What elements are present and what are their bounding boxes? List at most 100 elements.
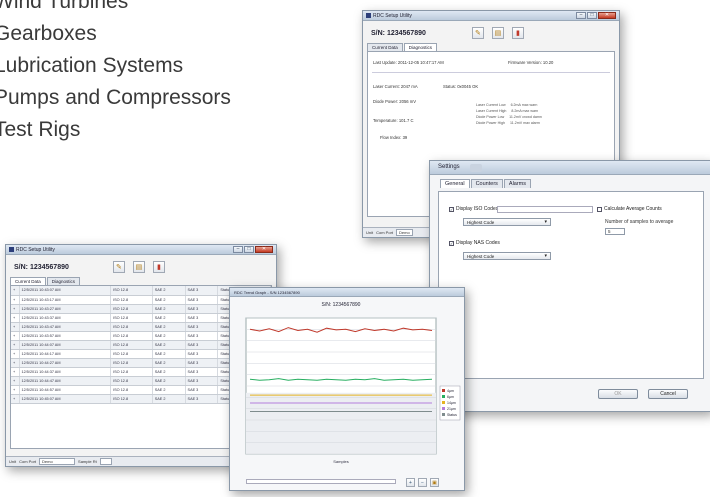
time-scrollbar[interactable] — [246, 479, 396, 484]
calc-average-checkbox[interactable] — [597, 206, 602, 212]
table-cell: ISO 12.8 — [110, 358, 153, 368]
row-expand-icon[interactable]: + — [11, 349, 20, 359]
close-button[interactable]: ✕ — [598, 12, 616, 19]
row-expand-icon[interactable]: + — [11, 331, 20, 341]
row-expand-icon[interactable]: + — [11, 313, 20, 323]
legend-label: Status — [447, 413, 457, 417]
iso-code-select[interactable]: Highest Code — [463, 218, 551, 226]
row-expand-icon[interactable]: + — [11, 367, 20, 377]
tab-counters[interactable]: Counters — [470, 179, 503, 188]
row-expand-icon[interactable]: + — [11, 358, 20, 368]
chart-icon[interactable]: ▮ — [152, 261, 165, 273]
x-axis-label: Samples — [333, 459, 349, 464]
com-port-label: Com Port — [19, 459, 37, 464]
table-cell: 12/5/2011 10:44:17 AM — [19, 349, 112, 359]
save-icon[interactable]: ▣ — [430, 478, 439, 487]
row-expand-icon[interactable]: + — [11, 322, 20, 332]
legend-swatch — [442, 407, 445, 410]
table-cell: ISO 12.8 — [110, 286, 153, 296]
com-port-select[interactable]: Demo — [39, 458, 76, 465]
alarm-thresholds: Laser Current Low 6.2mA max warn Laser C… — [476, 103, 542, 125]
nas-code-select[interactable]: Highest Code — [463, 252, 551, 260]
flow-index: Flow Index: 39 — [380, 135, 408, 140]
maximize-button[interactable]: □ — [587, 12, 597, 19]
table-cell: ISO 12.8 — [110, 349, 153, 359]
tab-current-data[interactable]: Current Data — [367, 43, 403, 51]
com-port-select[interactable]: Demo — [396, 229, 413, 236]
tab-current-data[interactable]: Current Data — [10, 277, 46, 285]
table-cell: ISO 12.8 — [110, 313, 153, 323]
tab-diagnostics[interactable]: Diagnostics — [403, 43, 438, 51]
row-expand-icon[interactable]: + — [11, 385, 20, 395]
table-cell: SAE 3 — [185, 367, 219, 377]
plot-band — [246, 392, 436, 454]
folder-icon[interactable]: ▤ — [132, 261, 145, 273]
application-list: Wind Turbines Gearboxes Lubrication Syst… — [0, 0, 231, 146]
settings-panel: ✓ Display ISO Codes Calculate Average Co… — [438, 191, 704, 379]
display-nas-label: Display NAS Codes — [456, 240, 500, 246]
display-nas-checkbox[interactable]: ✓ — [449, 240, 454, 246]
table-cell: SAE 3 — [185, 295, 219, 305]
row-expand-icon[interactable]: + — [11, 286, 20, 296]
table-cell: 12/5/2011 10:43:27 AM — [19, 304, 112, 314]
row-expand-icon[interactable]: + — [11, 376, 20, 386]
table-cell: ISO 12.8 — [110, 376, 153, 386]
display-iso-checkbox[interactable]: ✓ — [449, 206, 454, 212]
tab-alarms[interactable]: Alarms — [503, 179, 532, 188]
close-button[interactable]: ✕ — [255, 246, 273, 253]
maximize-button[interactable]: □ — [244, 246, 254, 253]
table-cell: ISO 12.8 — [110, 385, 153, 395]
table-cell: ISO 12.8 — [110, 394, 153, 404]
zoom-out-icon[interactable]: − — [418, 478, 427, 487]
table-cell: SAE 2 — [152, 394, 186, 404]
table-cell: 12/5/2011 10:43:57 AM — [19, 331, 112, 341]
legend-label: 14µm — [447, 401, 456, 405]
window-title: RDC Setup Utility — [373, 13, 412, 19]
table-cell: SAE 2 — [152, 340, 186, 350]
table-cell: SAE 3 — [185, 376, 219, 386]
edit-icon[interactable]: ✎ — [112, 261, 125, 273]
table-cell: SAE 3 — [185, 286, 219, 296]
table-cell: SAE 2 — [152, 358, 186, 368]
unit-label: Unit — [366, 230, 374, 235]
minimize-button[interactable]: – — [233, 246, 243, 253]
laser-current: Laser Current: 2047 mA — [373, 84, 418, 89]
legend-swatch — [442, 395, 445, 398]
settings-window: Settings General Counters Alarms ✓ Displ… — [429, 160, 710, 412]
table-cell: 12/5/2011 10:44:47 AM — [19, 376, 112, 386]
cancel-button[interactable]: Cancel — [648, 389, 688, 399]
table-cell: SAE 2 — [152, 304, 186, 314]
table-cell: SAE 3 — [185, 322, 219, 332]
table-cell: SAE 3 — [185, 349, 219, 359]
legend-label: 6µm — [447, 395, 454, 399]
com-port-label: Com Port — [376, 230, 394, 235]
tab-diagnostics[interactable]: Diagnostics — [46, 277, 81, 285]
diode-power: Diode Power: 2056 mV — [373, 99, 417, 104]
row-expand-icon[interactable]: + — [11, 295, 20, 305]
chart-icon[interactable]: ▮ — [511, 27, 524, 39]
status-value: Status: 0x0045 OK — [443, 84, 479, 89]
trend-graph-window: RDC Trend Graph - S/N 1234567890 S/N: 12… — [229, 287, 465, 491]
table-cell: SAE 2 — [152, 313, 186, 323]
table-cell: 12/5/2011 10:43:17 AM — [19, 295, 112, 305]
edit-icon[interactable]: ✎ — [471, 27, 484, 39]
sample-rate-select[interactable] — [99, 458, 112, 465]
title-bar[interactable]: Settings — [430, 161, 710, 175]
last-update: Last Update: 2011-12-05 10:47:17 AM — [373, 60, 444, 65]
settings-icon — [470, 164, 482, 172]
ok-button[interactable]: OK — [598, 389, 638, 399]
title-bar[interactable]: RDC Setup Utility – □ ✕ — [6, 245, 276, 255]
zoom-in-icon[interactable]: + — [406, 478, 415, 487]
title-bar[interactable]: RDC Setup Utility – □ ✕ — [363, 11, 619, 21]
table-cell: 12/5/2011 10:43:47 AM — [19, 322, 112, 332]
samples-label: Number of samples to average — [605, 219, 674, 225]
row-expand-icon[interactable]: + — [11, 304, 20, 314]
row-expand-icon[interactable]: + — [11, 394, 20, 404]
table-cell: ISO 12.8 — [110, 304, 153, 314]
folder-icon[interactable]: ▤ — [491, 27, 504, 39]
tab-general[interactable]: General — [440, 179, 470, 188]
samples-input[interactable]: 5 — [605, 228, 625, 235]
table-cell: SAE 2 — [152, 376, 186, 386]
row-expand-icon[interactable]: + — [11, 340, 20, 350]
minimize-button[interactable]: – — [576, 12, 586, 19]
